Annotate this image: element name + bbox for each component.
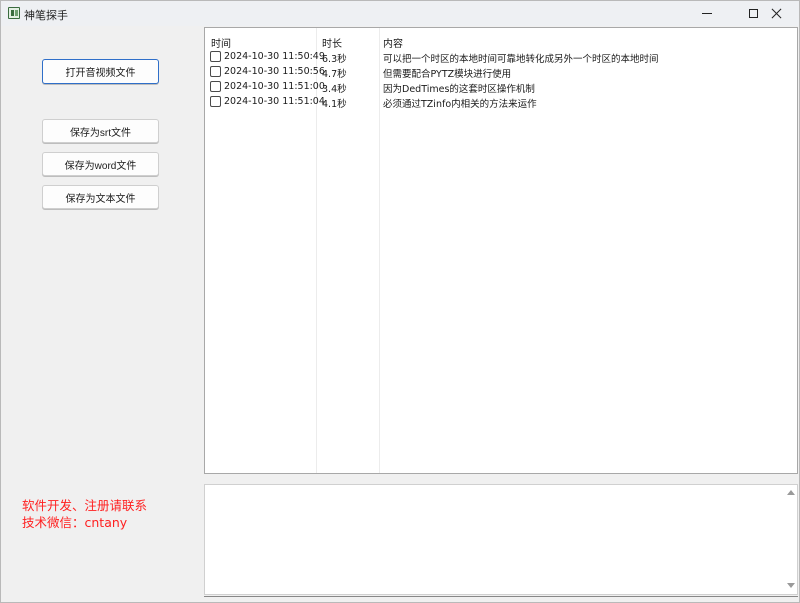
row-content: 可以把一个时区的本地时间可靠地转化成另外一个时区的本地时间 [383, 54, 659, 65]
row-time: 2024-10-30 11:51:04 [224, 96, 325, 107]
row-duration: 3.4秒 [322, 84, 347, 95]
scroll-down-arrow-icon[interactable] [787, 583, 795, 588]
row-checkbox[interactable] [210, 96, 221, 107]
table-row[interactable]: 2024-10-30 11:51:00 3.4秒 因为DedTimes的这套时区… [205, 80, 797, 95]
row-checkbox[interactable] [210, 66, 221, 77]
row-duration: 4.1秒 [322, 99, 347, 110]
column-header-content[interactable]: 内容 [383, 35, 403, 50]
save-word-button[interactable]: 保存为word文件 [42, 152, 159, 176]
app-window: 神笔探手 打开音视频文件 保存为srt文件 保存为word文件 保存为文本文件 … [0, 0, 800, 603]
divider [204, 596, 798, 597]
row-content: 但需要配合PYTZ模块进行使用 [383, 69, 512, 80]
row-duration: 6.3秒 [322, 54, 347, 65]
open-media-file-button[interactable]: 打开音视频文件 [42, 59, 159, 84]
minimize-icon [702, 13, 712, 14]
log-textarea[interactable] [205, 485, 783, 594]
minimize-button[interactable] [684, 1, 730, 26]
log-panel [204, 484, 798, 595]
row-time: 2024-10-30 11:51:00 [224, 81, 325, 92]
column-header-duration[interactable]: 时长 [322, 35, 342, 50]
app-icon [8, 7, 20, 19]
row-checkbox[interactable] [210, 81, 221, 92]
column-header-time[interactable]: 时间 [211, 35, 231, 50]
row-time: 2024-10-30 11:50:56 [224, 66, 325, 77]
contact-line-2: 技术微信：cntany [22, 515, 128, 530]
scroll-up-arrow-icon[interactable] [787, 490, 795, 495]
close-button[interactable] [753, 1, 799, 26]
subtitle-table[interactable]: 时间 时长 内容 2024-10-30 11:50:49 6.3秒 可以把一个时… [204, 27, 798, 474]
save-srt-button[interactable]: 保存为srt文件 [42, 119, 159, 143]
row-checkbox[interactable] [210, 51, 221, 62]
row-time: 2024-10-30 11:50:49 [224, 51, 325, 62]
table-row[interactable]: 2024-10-30 11:51:04 4.1秒 必须通过TZinfo内相关的方… [205, 95, 797, 110]
window-title: 神笔探手 [24, 9, 68, 22]
row-content: 因为DedTimes的这套时区操作机制 [383, 84, 535, 95]
title-bar: 神笔探手 [1, 1, 799, 26]
save-text-button[interactable]: 保存为文本文件 [42, 185, 159, 209]
row-duration: 4.7秒 [322, 69, 347, 80]
table-row[interactable]: 2024-10-30 11:50:56 4.7秒 但需要配合PYTZ模块进行使用 [205, 65, 797, 80]
row-content: 必须通过TZinfo内相关的方法来运作 [383, 99, 537, 110]
table-row[interactable]: 2024-10-30 11:50:49 6.3秒 可以把一个时区的本地时间可靠地… [205, 50, 797, 65]
close-icon [771, 8, 782, 19]
